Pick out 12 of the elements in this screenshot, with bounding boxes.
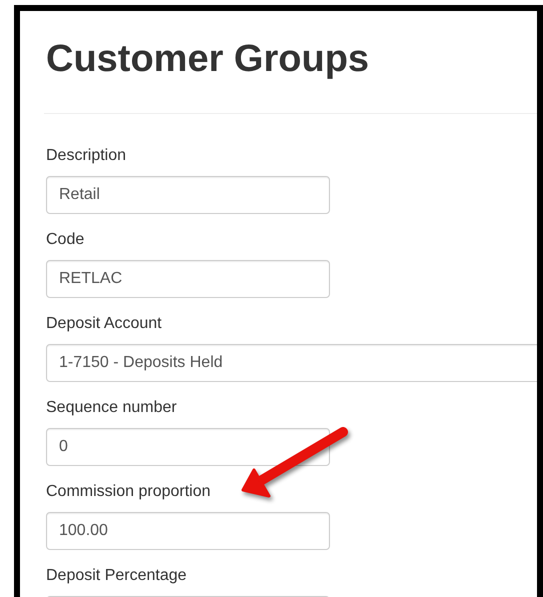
page-title: Customer Groups bbox=[46, 38, 370, 80]
input-field[interactable]: RETLAC bbox=[46, 260, 330, 298]
account-select[interactable]: 1-7150 - Deposits Held bbox=[46, 344, 537, 382]
field-label: Commission proportion bbox=[46, 482, 211, 502]
field-label: Sequence number bbox=[46, 398, 177, 418]
input-field[interactable]: Retail bbox=[46, 176, 330, 214]
field-label: Deposit Account bbox=[46, 314, 162, 334]
field-label: Code bbox=[46, 230, 84, 250]
field-label: Description bbox=[46, 146, 126, 166]
field-label: Deposit Percentage bbox=[46, 566, 187, 586]
input-field[interactable]: 100.00 bbox=[46, 512, 330, 550]
input-field[interactable]: 0 bbox=[46, 428, 330, 466]
